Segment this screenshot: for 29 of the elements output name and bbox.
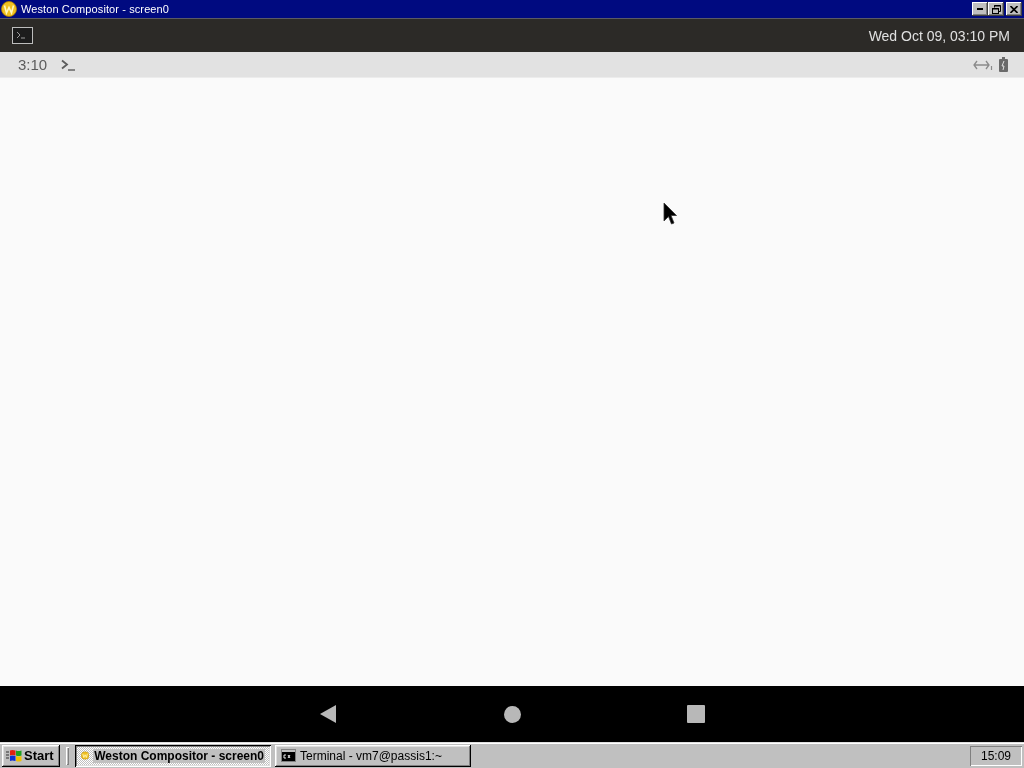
pointer-icon [663,202,677,226]
home-circle-icon [503,705,521,723]
close-icon [1010,5,1018,13]
battery-icon [999,57,1008,72]
status-time: 3:10 [18,56,48,73]
w-logo-icon [81,748,90,763]
restore-button[interactable] [988,2,1004,16]
command-prompt-icon [281,749,296,762]
start-button[interactable]: Start [2,744,60,767]
taskbar-task-button[interactable]: Weston Compositor - screen0 [75,744,271,767]
back-button[interactable] [318,704,338,724]
restore-icon [991,4,1001,14]
taskbar-task-button[interactable]: Terminal - vm7@passis1:~ [275,744,471,767]
recents-square-icon [687,705,705,723]
panel-clock: Wed Oct 09, 03:10 PM [868,27,1010,44]
terminal-icon [12,27,33,44]
w-logo-icon [1,1,17,17]
tray-clock: 15:09 [981,748,1011,763]
minimize-icon [977,8,983,10]
terminal-launcher-button[interactable] [12,27,33,44]
close-button[interactable] [1006,2,1022,16]
terminal-prompt-icon [61,58,76,71]
home-button[interactable] [502,704,522,724]
recents-button[interactable] [686,704,706,724]
minimize-button[interactable] [972,2,988,16]
windows-flag-icon [6,748,22,763]
window-title: Weston Compositor - screen0 [21,3,170,15]
data-arrows-icon [973,58,993,71]
back-triangle-icon [320,705,336,723]
